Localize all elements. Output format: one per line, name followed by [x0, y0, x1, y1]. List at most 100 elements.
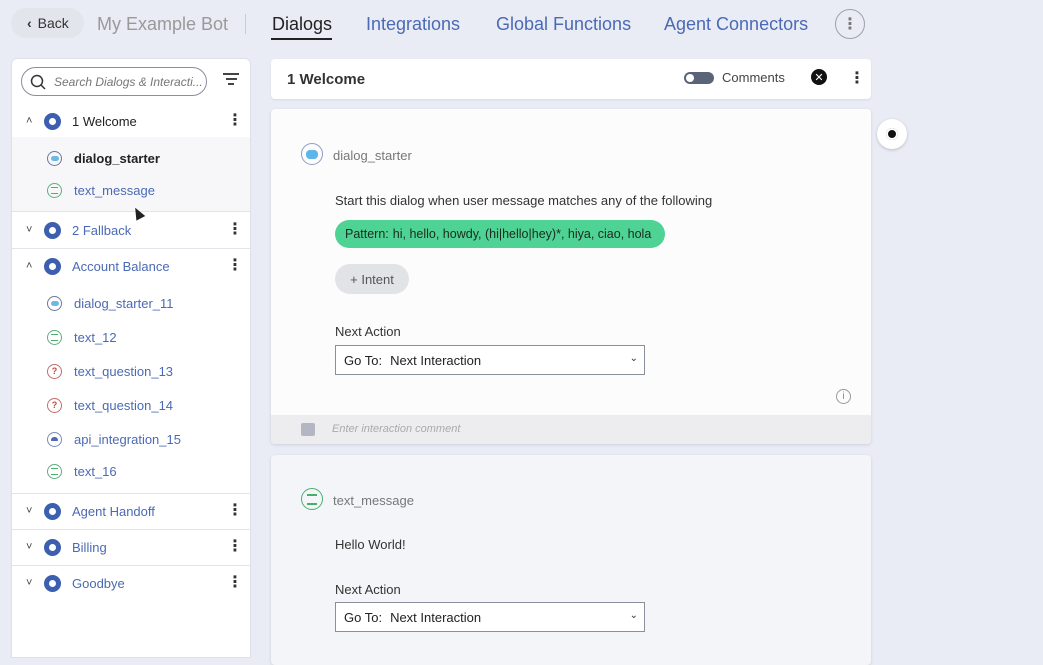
interaction-item[interactable]: ? text_question_13 [12, 356, 250, 386]
interaction-item[interactable]: ? text_question_14 [12, 390, 250, 420]
cloud-icon [47, 431, 62, 447]
pattern-label: Pattern: [345, 227, 389, 241]
interaction-label: text_12 [74, 329, 117, 345]
active-tab-indicator [271, 38, 332, 40]
more-options-button[interactable]: ⋮ [835, 9, 865, 39]
tab-dialogs[interactable]: Dialogs [272, 14, 332, 35]
back-label: Back [37, 15, 69, 31]
comment-icon [301, 423, 315, 436]
kebab-icon: ⋮ [842, 16, 858, 33]
question-icon: ? [47, 397, 62, 413]
dialog-icon [44, 257, 61, 275]
kebab-icon[interactable]: ⋮ [227, 575, 243, 591]
search-box[interactable] [21, 67, 207, 96]
kebab-icon[interactable]: ⋮ [227, 539, 243, 555]
next-action-label: Next Action [335, 582, 401, 597]
interaction-item[interactable]: text_12 [12, 322, 250, 352]
message-text[interactable]: Hello World! [335, 537, 406, 552]
chevron-down-icon[interactable]: ˅ [26, 224, 32, 236]
interaction-label: dialog_starter [74, 150, 160, 166]
dialog-group-label: Billing [72, 539, 107, 555]
dialog-icon [44, 574, 61, 592]
dialog-group-agent-handoff[interactable]: ˅ Agent Handoff ⋮ [12, 493, 250, 529]
dialog-header: 1 Welcome Comments ✕ ⋮ [271, 59, 871, 99]
pattern-value: hi, hello, howdy, (hi|hello|hey)*, hiya,… [392, 227, 652, 241]
dialog-group-label: Goodbye [72, 575, 125, 591]
interaction-label: text_message [74, 182, 155, 198]
dialog-icon [44, 502, 61, 520]
dialog-title: 1 Welcome [287, 71, 366, 88]
dialogs-sidebar: ˄ 1 Welcome ⋮ dialog_starter text_messag… [11, 58, 251, 658]
tab-integrations[interactable]: Integrations [366, 14, 460, 35]
comments-label: Comments [722, 70, 785, 85]
kebab-icon[interactable]: ⋮ [227, 222, 243, 238]
interaction-label: text_question_13 [74, 363, 174, 379]
search-input[interactable] [52, 73, 206, 90]
info-icon[interactable]: i [836, 389, 851, 404]
add-intent-button[interactable]: + Intent [335, 264, 409, 294]
question-icon: ? [47, 363, 62, 379]
tab-global-functions[interactable]: Global Functions [496, 14, 631, 35]
close-icon[interactable]: ✕ [811, 69, 827, 85]
interaction-type-name: text_message [333, 493, 414, 508]
interaction-card-dialog-starter[interactable]: dialog_starter Start this dialog when us… [271, 109, 871, 444]
text-icon [47, 182, 62, 198]
chevron-down-icon[interactable]: ˅ [26, 541, 32, 553]
chevron-down-icon: ⌄ [629, 610, 638, 621]
dialog-group-1-welcome[interactable]: ˄ 1 Welcome ⋮ [12, 103, 250, 139]
interaction-label: dialog_starter_11 [74, 295, 174, 311]
comment-input[interactable]: Enter interaction comment [332, 423, 460, 435]
divider [245, 14, 246, 34]
text-icon [47, 463, 62, 479]
text-icon [301, 488, 323, 510]
chevron-left-icon: ‹ [27, 15, 32, 31]
interaction-label: api_integration_15 [74, 431, 181, 447]
back-button[interactable]: ‹ Back [11, 8, 84, 38]
interaction-item[interactable]: text_16 [12, 456, 250, 486]
chevron-down-icon[interactable]: ˅ [26, 577, 32, 589]
bot-name: My Example Bot [97, 14, 229, 34]
interaction-item-dialog-starter[interactable]: dialog_starter [12, 143, 250, 173]
bot-preview-button[interactable] [877, 119, 907, 149]
dialog-group-label: 2 Fallback [72, 222, 132, 238]
pattern-pill[interactable]: Pattern: hi, hello, howdy, (hi|hello|hey… [335, 220, 666, 248]
kebab-icon[interactable]: ⋮ [227, 503, 243, 519]
starter-icon [47, 150, 62, 166]
interaction-type-name: dialog_starter [333, 148, 412, 163]
dialog-icon [44, 221, 61, 239]
goto-value: Next Interaction [390, 352, 482, 368]
chevron-down-icon: ⌄ [629, 353, 638, 364]
chevron-down-icon[interactable]: ˅ [26, 505, 32, 517]
kebab-icon[interactable]: ⋮ [849, 68, 865, 88]
chevron-up-icon[interactable]: ˄ [26, 115, 32, 127]
comment-bar[interactable]: Enter interaction comment [271, 415, 871, 444]
interaction-item[interactable]: dialog_starter_11 [12, 288, 250, 318]
chevron-up-icon[interactable]: ˄ [26, 260, 32, 272]
starter-icon [301, 143, 323, 165]
dialog-group-account-balance[interactable]: ˄ Account Balance ⋮ [12, 248, 250, 284]
comments-toggle[interactable] [684, 72, 714, 84]
goto-label: Go To: [344, 609, 383, 625]
dialog-group-2-fallback[interactable]: ˅ 2 Fallback ⋮ [12, 212, 250, 248]
interaction-item[interactable]: api_integration_15 [12, 424, 250, 454]
dialog-group-billing[interactable]: ˅ Billing ⋮ [12, 529, 250, 565]
interaction-card-text-message[interactable]: text_message Hello World! Next Action Go… [271, 455, 871, 665]
goto-label: Go To: [344, 352, 383, 368]
interaction-item-text-message[interactable]: text_message [12, 175, 250, 205]
next-action-select[interactable]: Go To: Next Interaction ⌄ [335, 345, 645, 375]
interaction-label: text_16 [74, 463, 117, 479]
filter-icon[interactable] [223, 73, 239, 87]
kebab-icon[interactable]: ⋮ [227, 113, 243, 129]
dialog-group-label: 1 Welcome [72, 113, 137, 129]
dialog-icon [44, 112, 61, 130]
text-icon [47, 329, 62, 345]
next-action-label: Next Action [335, 324, 401, 339]
kebab-icon[interactable]: ⋮ [227, 258, 243, 274]
tab-agent-connectors[interactable]: Agent Connectors [664, 14, 808, 35]
top-bar: ‹ Back My Example Bot Dialogs Integratio… [0, 0, 1043, 50]
dialog-group-label: Account Balance [72, 258, 170, 274]
dialog-group-goodbye[interactable]: ˅ Goodbye ⋮ [12, 565, 250, 601]
dialog-icon [44, 538, 61, 556]
starter-description: Start this dialog when user message matc… [335, 193, 713, 208]
next-action-select[interactable]: Go To: Next Interaction ⌄ [335, 602, 645, 632]
